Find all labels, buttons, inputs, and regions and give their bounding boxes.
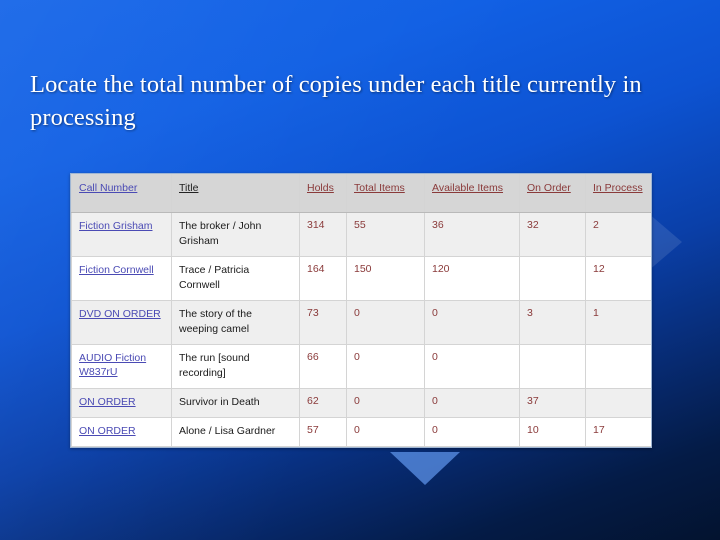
column-header-in-process[interactable]: In Process: [585, 174, 651, 213]
cell-total-items: 55: [346, 212, 425, 257]
cell-call-number[interactable]: ON ORDER: [71, 388, 172, 418]
cell-available-items: 0: [424, 300, 520, 345]
catalog-table: Call Number Title Holds Total Items Avai…: [71, 174, 651, 447]
column-header-holds-label: Holds: [307, 182, 334, 194]
cell-in-process: 12: [585, 256, 651, 301]
column-header-total-items-label: Total Items: [354, 182, 405, 194]
table-row: AUDIO Fiction W837rU The run [sound reco…: [71, 344, 651, 389]
cell-available-items: 36: [424, 212, 520, 257]
call-number-link: DVD ON ORDER: [79, 308, 161, 320]
call-number-link: AUDIO Fiction W837rU: [79, 352, 147, 378]
column-header-holds[interactable]: Holds: [299, 174, 347, 213]
call-number-link: ON ORDER: [79, 396, 136, 408]
cell-in-process: [585, 388, 651, 418]
call-number-link: Fiction Cornwell: [79, 264, 154, 276]
table-row: ON ORDER Survivor in Death 62 0 0 37: [71, 388, 651, 418]
slide: Locate the total number of copies under …: [0, 0, 720, 540]
column-header-available-items[interactable]: Available Items: [424, 174, 520, 213]
cell-title: The story of the weeping camel: [171, 300, 300, 345]
column-header-total-items[interactable]: Total Items: [346, 174, 425, 213]
cell-in-process: 1: [585, 300, 651, 345]
call-number-link: Fiction Grisham: [79, 220, 153, 232]
column-header-in-process-label: In Process: [593, 182, 643, 194]
cell-call-number[interactable]: DVD ON ORDER: [71, 300, 172, 345]
table-row: Fiction Cornwell Trace / Patricia Cornwe…: [71, 256, 651, 301]
cell-title: Survivor in Death: [171, 388, 300, 418]
cell-on-order: [519, 256, 586, 301]
cell-available-items: 0: [424, 388, 520, 418]
table-row: Fiction Grisham The broker / John Grisha…: [71, 212, 651, 257]
cell-on-order: 10: [519, 417, 586, 447]
column-header-call-number[interactable]: Call Number: [71, 174, 172, 213]
catalog-table-body: Fiction Grisham The broker / John Grisha…: [71, 212, 651, 447]
table-row: DVD ON ORDER The story of the weeping ca…: [71, 300, 651, 345]
column-header-title[interactable]: Title: [171, 174, 300, 213]
column-header-on-order[interactable]: On Order: [519, 174, 586, 213]
column-header-available-items-label: Available Items: [432, 182, 504, 194]
cell-in-process: 2: [585, 212, 651, 257]
cell-total-items: 0: [346, 300, 425, 345]
cell-holds: 66: [299, 344, 347, 389]
cell-call-number[interactable]: AUDIO Fiction W837rU: [71, 344, 172, 389]
cell-in-process: 17: [585, 417, 651, 447]
cell-total-items: 150: [346, 256, 425, 301]
cell-call-number[interactable]: Fiction Cornwell: [71, 256, 172, 301]
cell-holds: 314: [299, 212, 347, 257]
cell-total-items: 0: [346, 388, 425, 418]
cell-available-items: 0: [424, 417, 520, 447]
cell-on-order: 37: [519, 388, 586, 418]
cell-holds: 164: [299, 256, 347, 301]
cell-on-order: 3: [519, 300, 586, 345]
cell-available-items: 0: [424, 344, 520, 389]
cell-call-number[interactable]: ON ORDER: [71, 417, 172, 447]
cell-available-items: 120: [424, 256, 520, 301]
decorative-right-triangle: [648, 213, 682, 271]
slide-heading: Locate the total number of copies under …: [30, 71, 642, 131]
cell-title: The broker / John Grisham: [171, 212, 300, 257]
cell-on-order: 32: [519, 212, 586, 257]
cell-holds: 57: [299, 417, 347, 447]
table-header-row: Call Number Title Holds Total Items Avai…: [71, 174, 651, 213]
cell-total-items: 0: [346, 417, 425, 447]
cell-total-items: 0: [346, 344, 425, 389]
cell-holds: 73: [299, 300, 347, 345]
column-header-on-order-label: On Order: [527, 182, 571, 194]
call-number-link: ON ORDER: [79, 425, 136, 437]
table-row: ON ORDER Alone / Lisa Gardner 57 0 0 10 …: [71, 417, 651, 447]
cell-on-order: [519, 344, 586, 389]
cell-call-number[interactable]: Fiction Grisham: [71, 212, 172, 257]
cell-in-process: [585, 344, 651, 389]
cell-title: Trace / Patricia Cornwell: [171, 256, 300, 301]
catalog-table-panel: Call Number Title Holds Total Items Avai…: [70, 173, 652, 448]
column-header-call-number-label: Call Number: [79, 182, 138, 194]
cell-title: Alone / Lisa Gardner: [171, 417, 300, 447]
column-header-title-label: Title: [179, 182, 199, 194]
cell-holds: 62: [299, 388, 347, 418]
cell-title: The run [sound recording]: [171, 344, 300, 389]
decorative-down-triangle: [390, 452, 460, 485]
